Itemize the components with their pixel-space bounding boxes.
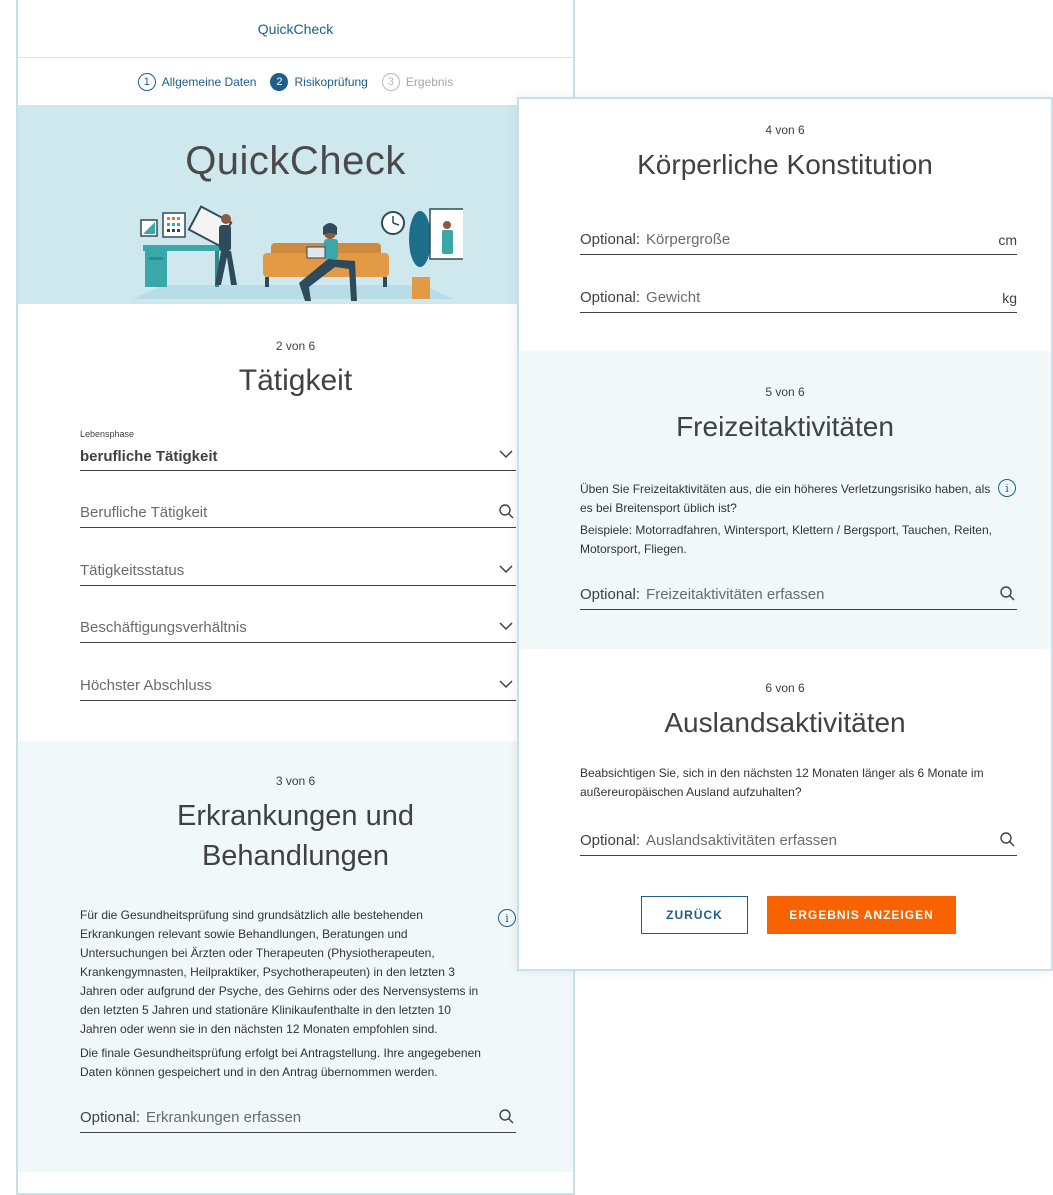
field-label-wrap: Optional: Erkrankungen erfassen [80,1109,301,1126]
auslandsaktivitaeten-search[interactable]: Optional: Auslandsaktivitäten erfassen [580,816,1017,856]
unit-label: kg [1002,290,1017,306]
section-title-line2: Behandlungen [201,840,390,872]
koerpergroesse-input[interactable]: Optional: Körpergroße cm [580,215,1017,255]
info-icon[interactable]: i [998,479,1016,497]
optional-label: Optional: [580,832,641,849]
info-icon[interactable]: i [498,909,516,927]
field-label-wrap: Optional: Auslandsaktivitäten erfassen [580,832,837,849]
field-value: berufliche Tätigkeit [80,448,218,465]
berufliche-taetigkeit-search[interactable]: Berufliche Tätigkeit [80,488,516,528]
section-auslandsaktivitaeten: 6 von 6 Auslandsaktivitäten Beabsichtige… [519,649,1051,969]
left-panel: QuickCheck 1 Allgemeine Daten 2 Risikopr… [16,0,575,1195]
gewicht-input[interactable]: Optional: Gewicht kg [580,273,1017,313]
section-koerperliche-konstitution: 4 von 6 Körperliche Konstitution Optiona… [519,99,1051,351]
app-header: QuickCheck [18,0,573,58]
field-label-wrap: Optional: Gewicht [580,289,700,306]
taetigkeitsstatus-select[interactable]: Tätigkeitsstatus [80,546,516,586]
back-button[interactable]: ZURÜCK [641,896,748,934]
section-title-line1: Erkrankungen und [177,800,414,832]
right-panel: 4 von 6 Körperliche Konstitution Optiona… [517,97,1053,971]
chevron-down-icon [499,450,513,459]
unit-label: cm [998,232,1017,248]
ausland-question: Beabsichtigen Sie, sich in den nächsten … [580,766,984,799]
search-icon [1000,832,1015,847]
search-icon [499,504,514,519]
field-floating-label: Lebensphase [80,429,135,439]
section-title: Körperliche Konstitution [637,149,933,180]
optional-label: Optional: [80,1109,141,1126]
health-disclaimer-paragraph: Die finale Gesundheitsprüfung erfolgt be… [80,1046,481,1079]
section-counter: 5 von 6 [765,385,805,399]
field-label: Beschäftigungsverhältnis [80,619,247,636]
step-risikopruefung[interactable]: 2 Risikoprüfung [270,72,368,91]
step-label: Risikoprüfung [294,74,368,89]
field-label-wrap: Optional: Körpergroße [580,231,730,248]
search-icon [1000,586,1015,601]
section-counter: 6 von 6 [765,681,805,695]
lebensphase-select[interactable]: Lebensphase berufliche Tätigkeit [80,429,516,471]
step-allgemeine-daten[interactable]: 1 Allgemeine Daten [137,72,257,91]
section-erkrankungen: 3 von 6 Erkrankungen und Behandlungen Fü… [18,741,573,1172]
optional-label: Optional: [580,289,641,306]
chevron-down-icon [499,680,513,689]
section-title: Auslandsaktivitäten [664,707,906,738]
field-label: Auslandsaktivitäten erfassen [646,832,837,849]
hero-title: QuickCheck [185,139,406,183]
beschaeftigungsverhaeltnis-select[interactable]: Beschäftigungsverhältnis [80,603,516,643]
freizeit-examples: Beispiele: Motorradfahren, Wintersport, … [580,523,992,556]
field-label-wrap: Optional: Freizeitaktivitäten erfassen [580,586,824,603]
progress-stepper: 1 Allgemeine Daten 2 Risikoprüfung 3 Erg… [18,58,573,105]
freizeit-question: Üben Sie Freizeitaktivitäten aus, die ei… [580,482,991,515]
field-label: Tätigkeitsstatus [80,562,185,579]
step-number: 1 [137,72,156,91]
section-title: Tätigkeit [238,364,353,397]
optional-label: Optional: [580,586,641,603]
field-label: Höchster Abschluss [80,677,212,694]
field-label: Gewicht [646,289,701,306]
step-ergebnis: 3 Ergebnis [381,72,454,91]
app-title: QuickCheck [257,20,334,37]
search-icon [499,1109,514,1124]
section-freizeitaktivitaeten: 5 von 6 Freizeitaktivitäten Üben Sie Fre… [519,351,1051,649]
step-label: Allgemeine Daten [161,74,257,89]
health-info-paragraph: Für die Gesundheitsprüfung sind grundsät… [80,908,479,1036]
step-number: 2 [270,72,289,91]
office-illustration [133,205,463,301]
erkrankungen-search[interactable]: Optional: Erkrankungen erfassen [80,1093,516,1133]
step-label: Ergebnis [405,74,454,89]
section-counter: 2 von 6 [275,339,316,353]
freizeitaktivitaeten-search[interactable]: Optional: Freizeitaktivitäten erfassen [580,570,1017,610]
chevron-down-icon [499,565,513,574]
show-result-button[interactable]: ERGEBNIS ANZEIGEN [767,896,956,934]
field-label: Freizeitaktivitäten erfassen [646,586,825,603]
hero-banner: QuickCheck [18,105,573,304]
section-counter: 4 von 6 [765,123,805,137]
section-title: Freizeitaktivitäten [676,411,894,442]
field-label: Berufliche Tätigkeit [80,504,208,521]
section-taetigkeit: 2 von 6 Tätigkeit Lebensphase berufliche… [18,304,573,741]
optional-label: Optional: [580,231,641,248]
step-number: 3 [381,72,400,91]
field-label: Körpergroße [646,231,731,248]
section-counter: 3 von 6 [275,774,316,788]
hoechster-abschluss-select[interactable]: Höchster Abschluss [80,661,516,701]
field-label: Erkrankungen erfassen [146,1109,302,1126]
chevron-down-icon [499,622,513,631]
